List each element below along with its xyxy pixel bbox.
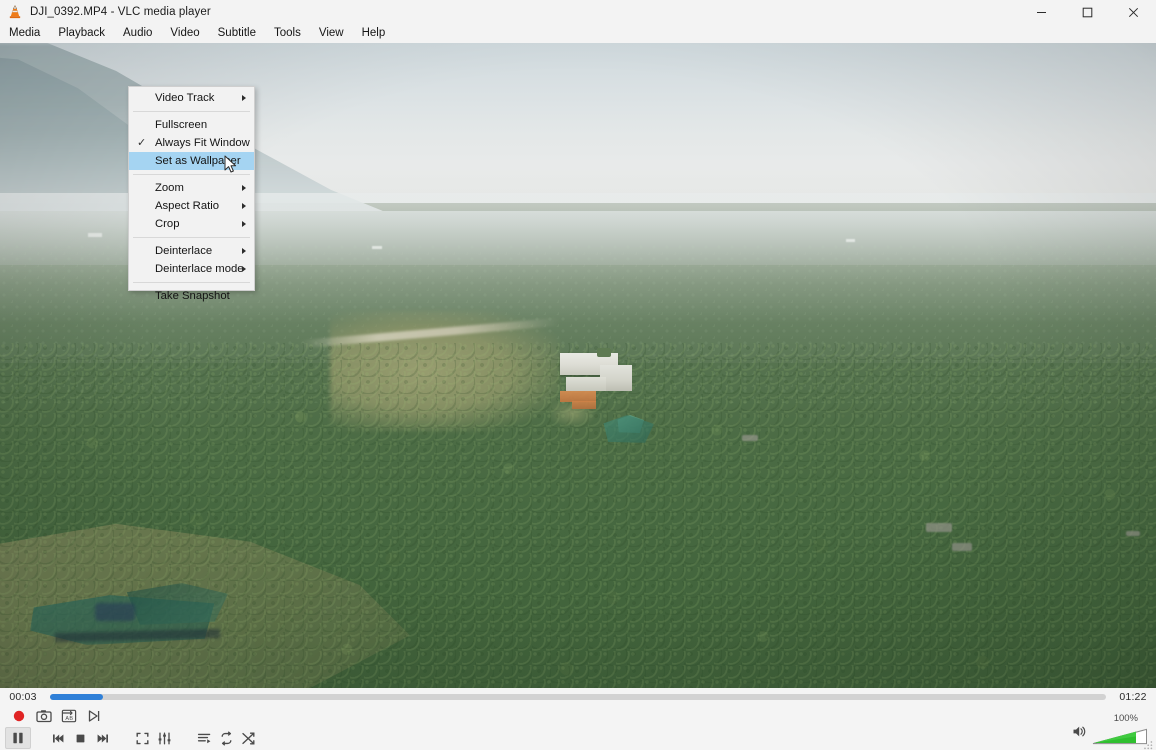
canopy-rooftop-2 bbox=[952, 543, 972, 551]
menu-item-deinterlace-mode[interactable]: Deinterlace mode bbox=[129, 260, 254, 278]
secondary-controls: A B bbox=[8, 705, 105, 727]
frame-by-frame-button[interactable] bbox=[83, 706, 105, 726]
video-surface[interactable]: Video Track Fullscreen ✓ Always Fit Wind… bbox=[0, 43, 1156, 688]
close-button[interactable] bbox=[1110, 0, 1156, 24]
maximize-button[interactable] bbox=[1064, 0, 1110, 24]
menu-item-video-track[interactable]: Video Track bbox=[129, 89, 254, 107]
orange-roof-shed bbox=[572, 401, 596, 409]
chevron-right-icon bbox=[242, 203, 246, 209]
menu-item-take-snapshot[interactable]: Take Snapshot bbox=[129, 287, 254, 305]
extended-settings-button[interactable] bbox=[153, 728, 175, 748]
play-pause-button[interactable] bbox=[5, 727, 31, 749]
chevron-right-icon bbox=[242, 266, 246, 272]
menu-audio[interactable]: Audio bbox=[114, 24, 161, 43]
menu-item-fullscreen[interactable]: Fullscreen bbox=[129, 116, 254, 134]
menu-separator bbox=[133, 237, 250, 238]
speaker-icon[interactable] bbox=[1072, 724, 1087, 744]
menu-item-label: Deinterlace bbox=[155, 245, 212, 257]
menu-bar: Media Playback Audio Video Subtitle Tool… bbox=[0, 24, 1156, 44]
menu-item-label: Zoom bbox=[155, 182, 184, 194]
menu-item-label: Fullscreen bbox=[155, 119, 207, 131]
menu-item-crop[interactable]: Crop bbox=[129, 215, 254, 233]
seek-slider[interactable] bbox=[50, 694, 1106, 700]
window-title: DJI_0392.MP4 - VLC media player bbox=[30, 6, 211, 18]
menu-item-label: Aspect Ratio bbox=[155, 200, 219, 212]
distant-rooftop-3 bbox=[846, 239, 855, 242]
vlc-window: DJI_0392.MP4 - VLC media player Media Pl… bbox=[0, 0, 1156, 750]
title-bar: DJI_0392.MP4 - VLC media player bbox=[0, 0, 1156, 25]
distant-rooftop-1 bbox=[88, 233, 102, 237]
chevron-right-icon bbox=[242, 185, 246, 191]
menu-item-label: Video Track bbox=[155, 92, 214, 104]
menu-subtitle[interactable]: Subtitle bbox=[209, 24, 265, 43]
menu-item-aspect-ratio[interactable]: Aspect Ratio bbox=[129, 197, 254, 215]
shuffle-button[interactable] bbox=[237, 728, 259, 748]
total-time: 01:22 bbox=[1110, 691, 1156, 703]
chevron-right-icon bbox=[242, 221, 246, 227]
menu-help[interactable]: Help bbox=[353, 24, 395, 43]
white-house-lower bbox=[566, 377, 606, 391]
menu-item-label: Always Fit Window bbox=[155, 137, 250, 149]
menu-item-zoom[interactable]: Zoom bbox=[129, 179, 254, 197]
canopy-rooftop-3 bbox=[742, 435, 758, 441]
ab-loop-button[interactable]: A B bbox=[58, 706, 80, 726]
chevron-right-icon bbox=[242, 95, 246, 101]
blue-tarp bbox=[95, 603, 135, 621]
playlist-button[interactable] bbox=[193, 728, 215, 748]
menu-view[interactable]: View bbox=[310, 24, 353, 43]
checkmark-icon: ✓ bbox=[137, 134, 146, 152]
canopy-rooftop-1 bbox=[926, 523, 952, 532]
menu-item-label: Deinterlace mode bbox=[155, 263, 244, 275]
resize-grip[interactable] bbox=[1143, 737, 1153, 747]
vlc-cone-icon bbox=[7, 4, 23, 20]
svg-text:B: B bbox=[69, 716, 73, 722]
menu-tools[interactable]: Tools bbox=[265, 24, 310, 43]
seek-row: 00:03 01:22 bbox=[0, 688, 1156, 705]
canopy-rooftop-4 bbox=[1126, 531, 1140, 536]
menu-item-label: Take Snapshot bbox=[155, 290, 230, 302]
menu-video[interactable]: Video bbox=[161, 24, 208, 43]
menu-item-label: Set as Wallpaper bbox=[155, 155, 241, 167]
fullscreen-button[interactable] bbox=[131, 728, 153, 748]
control-bar: 00:03 01:22 A bbox=[0, 688, 1156, 750]
elapsed-time: 00:03 bbox=[0, 691, 46, 703]
snapshot-button[interactable] bbox=[33, 706, 55, 726]
menu-separator bbox=[133, 111, 250, 112]
menu-item-set-as-wallpaper[interactable]: Set as Wallpaper bbox=[129, 152, 254, 170]
primary-controls bbox=[5, 727, 259, 749]
volume-level-label: 100% bbox=[1114, 713, 1138, 724]
minimize-button[interactable] bbox=[1018, 0, 1064, 24]
volume-control[interactable] bbox=[1072, 724, 1148, 745]
seek-progress-fill bbox=[50, 694, 103, 700]
next-button[interactable] bbox=[91, 728, 113, 748]
menu-playback[interactable]: Playback bbox=[49, 24, 114, 43]
chevron-right-icon bbox=[242, 248, 246, 254]
menu-separator bbox=[133, 282, 250, 283]
menu-item-always-fit-window[interactable]: ✓ Always Fit Window bbox=[129, 134, 254, 152]
menu-separator bbox=[133, 174, 250, 175]
menu-item-label: Crop bbox=[155, 218, 180, 230]
distant-rooftop-2 bbox=[372, 246, 382, 249]
menu-media[interactable]: Media bbox=[0, 24, 49, 43]
menu-item-deinterlace[interactable]: Deinterlace bbox=[129, 242, 254, 260]
loop-button[interactable] bbox=[215, 728, 237, 748]
stop-button[interactable] bbox=[69, 728, 91, 748]
window-controls bbox=[1018, 0, 1156, 24]
video-menu-dropdown: Video Track Fullscreen ✓ Always Fit Wind… bbox=[128, 86, 255, 291]
previous-button[interactable] bbox=[47, 728, 69, 748]
rooftop-structure bbox=[597, 348, 611, 357]
record-button[interactable] bbox=[8, 706, 30, 726]
volume-slider[interactable] bbox=[1092, 728, 1148, 745]
